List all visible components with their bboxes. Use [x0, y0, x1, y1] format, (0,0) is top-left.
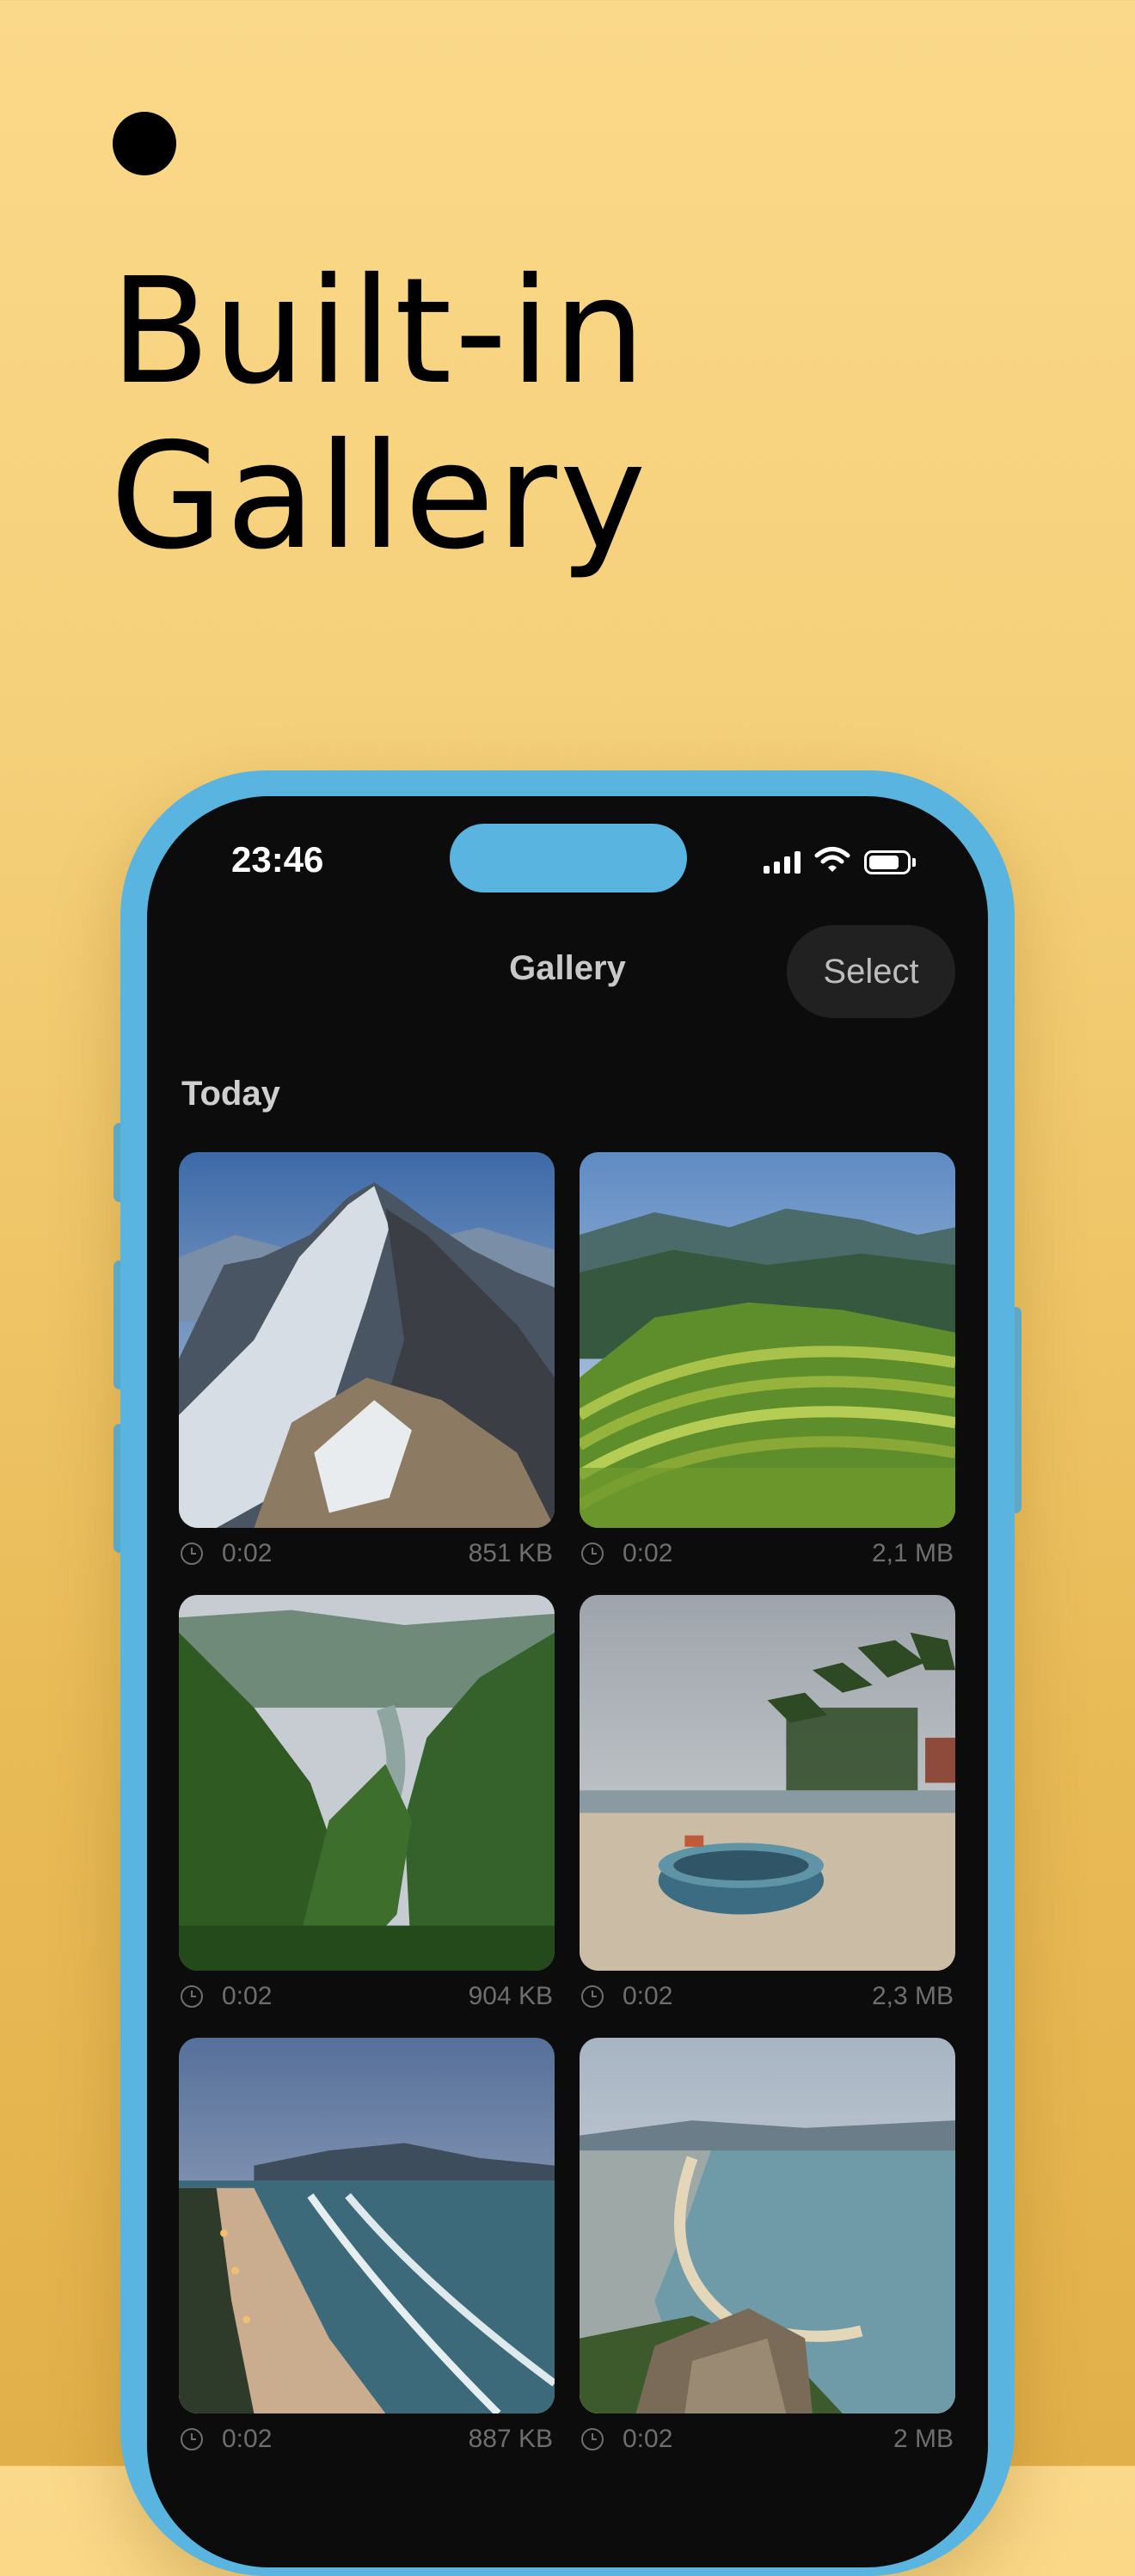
- item-duration: 0:02: [222, 1982, 273, 2010]
- headline-line-2: Gallery: [110, 412, 649, 582]
- item-size: 2,3 MB: [871, 1982, 954, 2010]
- gallery-item[interactable]: 0:02 2 MB: [580, 2038, 955, 2465]
- item-duration: 0:02: [623, 1539, 673, 1567]
- clock-icon: [581, 1543, 604, 1565]
- clock-icon: [581, 1985, 604, 2008]
- item-size: 904 KB: [468, 1982, 553, 2010]
- dynamic-island: [450, 824, 687, 892]
- bullet-dot: [113, 112, 176, 175]
- item-size: 2 MB: [893, 2425, 954, 2453]
- item-size: 887 KB: [468, 2425, 553, 2453]
- gallery-item[interactable]: 0:02 887 KB: [179, 2038, 555, 2465]
- photo-thumbnail-river-valley[interactable]: [179, 1595, 555, 1971]
- item-size: 2,1 MB: [871, 1539, 954, 1567]
- item-size: 851 KB: [468, 1539, 553, 1567]
- photo-thumbnail-coastline-dusk[interactable]: [179, 2038, 555, 2413]
- battery-icon: [864, 849, 916, 874]
- gallery-item[interactable]: 0:02 2,3 MB: [580, 1595, 955, 2022]
- item-meta: 0:02 887 KB: [179, 2413, 555, 2465]
- item-meta: 0:02 2,3 MB: [580, 1971, 955, 2022]
- gallery-item[interactable]: 0:02 2,1 MB: [580, 1152, 955, 1579]
- wifi-icon: [814, 846, 850, 878]
- item-meta: 0:02 851 KB: [179, 1528, 555, 1579]
- photo-thumbnail-bay-city[interactable]: [580, 2038, 955, 2413]
- clock-icon: [181, 1985, 203, 2008]
- gallery-item[interactable]: 0:02 851 KB: [179, 1152, 555, 1579]
- item-duration: 0:02: [623, 2425, 673, 2453]
- clock-icon: [581, 2428, 604, 2450]
- phone-screen: 23:46 Gallery Select Today 0:02 851 KB 0…: [147, 796, 988, 2567]
- item-meta: 0:02 904 KB: [179, 1971, 555, 2022]
- gallery-item[interactable]: 0:02 904 KB: [179, 1595, 555, 2022]
- photo-thumbnail-beach-boat[interactable]: [580, 1595, 955, 1971]
- item-duration: 0:02: [222, 1539, 273, 1567]
- section-title-today: Today: [181, 1075, 280, 1113]
- select-button[interactable]: Select: [787, 925, 955, 1018]
- photo-thumbnail-rice-terraces[interactable]: [580, 1152, 955, 1528]
- headline: Built-in Gallery: [110, 249, 648, 580]
- clock-icon: [181, 2428, 203, 2450]
- item-duration: 0:02: [623, 1982, 673, 2010]
- item-meta: 0:02 2 MB: [580, 2413, 955, 2465]
- status-time: 23:46: [231, 839, 324, 880]
- item-duration: 0:02: [222, 2425, 273, 2453]
- status-icons: [764, 846, 916, 878]
- item-meta: 0:02 2,1 MB: [580, 1528, 955, 1579]
- photo-thumbnail-mountains[interactable]: [179, 1152, 555, 1528]
- cellular-signal-icon: [764, 850, 801, 874]
- headline-line-1: Built-in: [110, 247, 648, 417]
- clock-icon: [181, 1543, 203, 1565]
